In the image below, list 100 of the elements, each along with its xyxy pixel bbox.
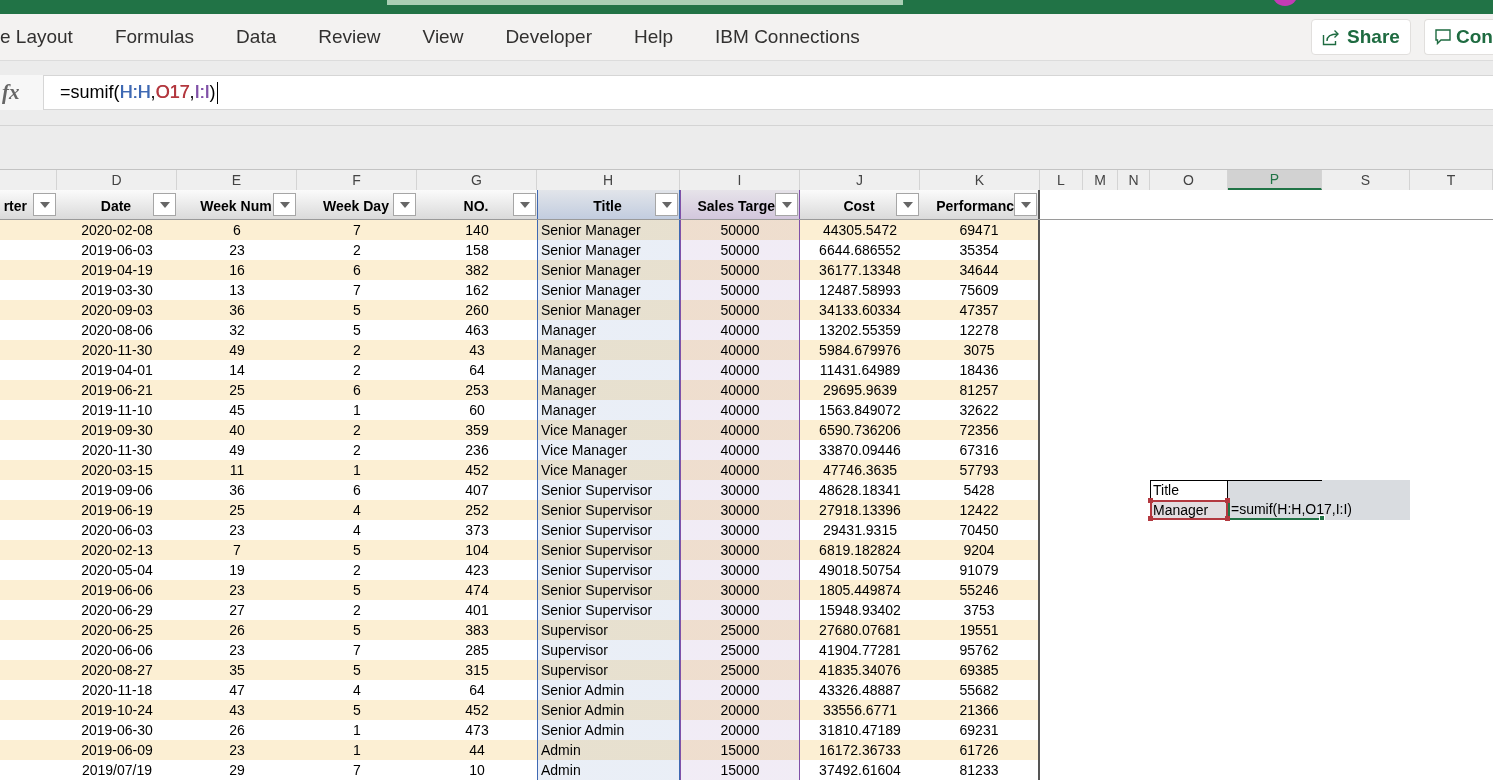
column-header[interactable]: P: [1228, 170, 1322, 190]
caret-down-icon: [39, 201, 50, 208]
reference-handle-icon[interactable]: [1148, 516, 1153, 521]
table-cell-text: 2020-11-18: [80, 681, 154, 700]
speech-bubble-icon: [1435, 29, 1451, 45]
table-cell-text: 252: [464, 501, 490, 520]
caret-down-icon: [159, 201, 170, 208]
caret-down-icon: [399, 201, 410, 208]
table-cell-text: 2019-06-30: [80, 721, 154, 740]
table-cell-text: 7: [352, 281, 362, 300]
table-cell-text: 5: [352, 541, 362, 560]
table-cell-text: 373: [464, 521, 490, 540]
filter-button[interactable]: [153, 193, 176, 216]
table-cell-text: 2020-08-27: [80, 661, 154, 680]
table-cell-text: 44305.5472: [822, 221, 898, 240]
table-cell-text: 33870.09446: [818, 441, 902, 460]
table-cell: 40000: [680, 460, 800, 480]
table-cell-text: 6644.686552: [818, 241, 902, 260]
fill-handle-icon[interactable]: [1319, 515, 1325, 521]
table-cell-text: 41904.77281: [818, 641, 902, 660]
table-cell: 20000: [680, 720, 800, 740]
filter-button[interactable]: [896, 193, 919, 216]
ribbon-tab[interactable]: Developer: [505, 14, 592, 60]
table-cell: 50000: [680, 220, 800, 240]
table-cell-text: 25: [228, 381, 246, 400]
table-cell-text: 2019-06-06: [80, 581, 154, 600]
ribbon-tab[interactable]: Help: [634, 14, 674, 60]
table-cell-text: 1: [352, 401, 362, 420]
column-header[interactable]: M: [1083, 170, 1118, 190]
filter-button[interactable]: [655, 193, 678, 216]
ribbon-tab[interactable]: e Layout: [0, 14, 73, 60]
table-cell: 20000: [680, 680, 800, 700]
table-cell-text: 2: [352, 421, 362, 440]
table-cell-text: 64: [468, 681, 486, 700]
table-cell-text: 19: [228, 561, 246, 580]
column-header[interactable]: T: [1410, 170, 1493, 190]
caret-down-icon: [1020, 201, 1031, 208]
column-heading: Date: [99, 197, 133, 216]
table-cell: 40000: [680, 360, 800, 380]
table-cell: Senior Admin: [537, 680, 680, 700]
table-cell-text: 158: [464, 241, 490, 260]
table-cell-text: 5: [352, 581, 362, 600]
table-cell-text: 29: [228, 761, 246, 780]
reference-handle-icon[interactable]: [1148, 498, 1153, 503]
filter-button[interactable]: [513, 193, 536, 216]
table-cell: Senior Supervisor: [537, 480, 680, 500]
table-cell: 25000: [680, 660, 800, 680]
table-cell: 50000: [680, 260, 800, 280]
table-cell-text: 27: [228, 601, 246, 620]
filter-button[interactable]: [1014, 193, 1037, 216]
table-cell-text: 48628.18341: [818, 481, 902, 500]
table-cell: Manager: [537, 360, 680, 380]
ribbon-tab[interactable]: Review: [318, 14, 381, 60]
table-cell-text: 31810.47189: [818, 721, 902, 740]
ribbon-tab[interactable]: IBM Connections: [715, 14, 860, 60]
reference-handle-icon[interactable]: [1225, 516, 1230, 521]
table-cell-text: 2019/07/19: [80, 761, 154, 780]
table-cell: Senior Admin: [537, 720, 680, 740]
search-field[interactable]: [387, 0, 903, 5]
caret-down-icon: [902, 201, 913, 208]
table-cell: 40000: [680, 340, 800, 360]
table-cell-text: 26: [228, 621, 246, 640]
table-cell-text: 23: [228, 521, 246, 540]
filter-button[interactable]: [273, 193, 296, 216]
table-cell-text: 2020-05-04: [80, 561, 154, 580]
table-cell-text: 285: [464, 641, 490, 660]
table-cell: 30000: [680, 560, 800, 580]
ribbon-tab[interactable]: View: [422, 14, 464, 60]
comments-button[interactable]: Con: [1424, 19, 1493, 55]
table-cell-text: 2: [352, 361, 362, 380]
editing-cell[interactable]: =sumif(H:H,O17,I:I): [1228, 500, 1410, 520]
table-cell-text: 43: [228, 701, 246, 720]
ribbon-tab[interactable]: Formulas: [114, 14, 195, 60]
share-button[interactable]: Share: [1311, 19, 1411, 55]
table-cell-text: 5: [352, 321, 362, 340]
ribbon-tab[interactable]: Data: [236, 14, 277, 60]
table-cell-text: 10: [468, 761, 486, 780]
table-cell-text: 382: [464, 261, 490, 280]
table-cell-text: 401: [464, 601, 490, 620]
table-cell-text: 7: [352, 761, 362, 780]
table-cell-text: 2020-02-13: [80, 541, 154, 560]
table-cell-text: 16: [228, 261, 246, 280]
table-cell-text: 7: [232, 541, 242, 560]
table-cell: 30000: [680, 500, 800, 520]
table-cell-text: 473: [464, 721, 490, 740]
table-cell-text: 4: [352, 521, 362, 540]
column-header[interactable]: S: [1322, 170, 1410, 190]
table-cell: 50000: [680, 240, 800, 260]
column-header[interactable]: L: [1040, 170, 1083, 190]
filter-button[interactable]: [393, 193, 416, 216]
table-cell: 40000: [680, 320, 800, 340]
reference-handle-icon[interactable]: [1225, 498, 1230, 503]
filter-button[interactable]: [775, 193, 798, 216]
column-header[interactable]: N: [1118, 170, 1150, 190]
table-cell-text: 2019-03-30: [80, 281, 154, 300]
table-cell-text: 452: [464, 461, 490, 480]
formula-field[interactable]: =sumif(H:H,O17,I:I): [44, 75, 1493, 110]
column-heading: Sales Targe: [697, 197, 775, 216]
table-cell-text: 2020-09-03: [80, 301, 154, 320]
filter-button[interactable]: [33, 193, 56, 216]
